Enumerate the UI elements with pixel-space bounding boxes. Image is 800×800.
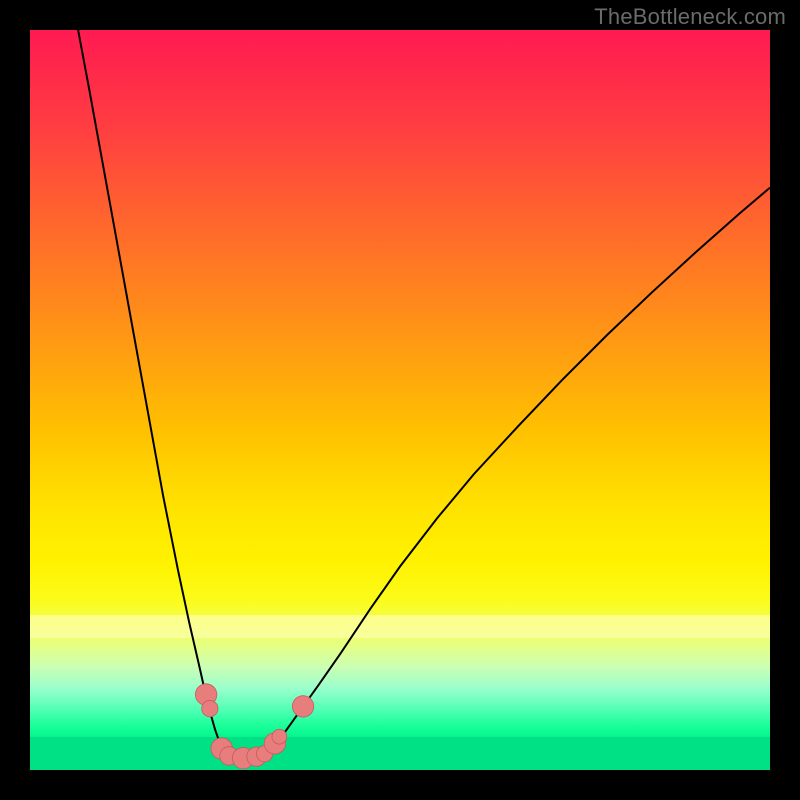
marker-dot [202,700,218,716]
outer-frame: TheBottleneck.com [0,0,800,800]
marker-dot [292,696,313,717]
curve-layer [30,30,770,770]
marker-dot [272,729,287,744]
watermark-text: TheBottleneck.com [594,4,786,30]
bottleneck-curve [78,30,770,758]
plot-area [30,30,770,770]
